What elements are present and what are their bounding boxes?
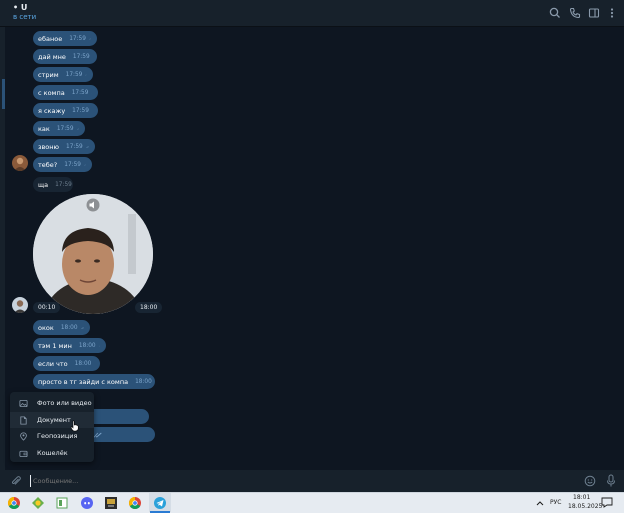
video-time: 18:00 (135, 302, 162, 313)
attach-location[interactable]: Геопозиция (10, 428, 94, 444)
notification-icon[interactable] (601, 497, 613, 508)
message-text: ебаное (38, 35, 62, 43)
message-text: тебе? (38, 161, 57, 169)
message-bubble[interactable]: дай мне 17:59 (33, 49, 97, 64)
chevron-up-icon[interactable] (536, 500, 544, 506)
hand-cursor-icon (70, 420, 79, 432)
read-check-icon (85, 72, 87, 78)
message-text: я скажу (38, 107, 65, 115)
message-time: 18:00 (79, 343, 96, 349)
read-check-icon (86, 144, 89, 150)
chat-list-edge (0, 27, 5, 470)
message-time: 18:00 (75, 361, 92, 367)
message-bubble[interactable]: звоню 17:59 (33, 139, 95, 154)
chat-header: • U в сети (0, 0, 624, 27)
message-text: как (38, 125, 50, 133)
message-time: 18:00 (135, 379, 152, 385)
photo-icon (19, 399, 28, 408)
paperclip-icon[interactable] (10, 475, 22, 487)
message-time: 17:59 (73, 54, 90, 60)
contact-status: в сети (13, 13, 36, 21)
read-check-icon (81, 325, 84, 331)
message-text: окок (38, 324, 54, 332)
message-list: ебаное17:59дай мне17:59стрим17:59с компа… (6, 27, 624, 470)
message-bubble[interactable]: окок 18:00 (33, 320, 90, 335)
more-vertical-icon[interactable] (605, 6, 619, 20)
message-time: 17:59 (72, 90, 89, 96)
attach-photo-video[interactable]: Фото или видео (10, 395, 94, 411)
emoji-icon[interactable] (584, 475, 596, 487)
message-time: 17:59 (69, 36, 86, 42)
location-icon (19, 432, 28, 441)
message-bubble[interactable]: как 17:59 (33, 121, 85, 136)
message-text: стрим (38, 71, 59, 79)
message-time: 17:59 (66, 72, 83, 78)
message-time: 17:59 (66, 144, 83, 150)
message-bubble[interactable]: тебе? 17:59 (33, 157, 92, 172)
yandex-icon[interactable] (31, 496, 45, 510)
message-bubble[interactable]: ебаное 17:59 (33, 31, 97, 46)
read-check-icon (89, 36, 91, 42)
message-composer (0, 470, 624, 492)
message-bubble[interactable]: с компа 17:59 (33, 85, 98, 100)
clock-date[interactable]: 18.05.2025 (568, 503, 602, 510)
message-text: ща (38, 181, 48, 189)
wallet-icon (19, 449, 28, 458)
os-taskbar: РУС 18:01 18.05.2025 (0, 492, 624, 513)
message-bubble[interactable]: стрим 17:59 (33, 67, 93, 82)
microphone-icon[interactable] (605, 474, 617, 488)
message-text: с компа (38, 89, 65, 97)
input-language[interactable]: РУС (550, 499, 561, 506)
attach-wallet[interactable]: Кошелёк (10, 445, 94, 461)
clock-time[interactable]: 18:01 (573, 494, 590, 501)
chrome-alt-icon[interactable] (128, 496, 142, 510)
attach-document[interactable]: Документ (10, 412, 94, 428)
mute-icon[interactable] (86, 198, 100, 212)
phone-icon[interactable] (568, 6, 582, 20)
video-duration: 00:10 (33, 302, 60, 313)
read-check-icon (91, 90, 92, 96)
message-bubble[interactable]: ща 17:59 (33, 177, 73, 192)
read-check-icon (84, 162, 86, 168)
message-text: дай мне (38, 53, 66, 61)
message-time: 17:59 (72, 108, 89, 114)
message-bubble[interactable]: тэм 1 мин 18:00 (33, 338, 106, 353)
sidebar-toggle-icon[interactable] (587, 6, 601, 20)
message-text: если что (38, 360, 68, 368)
chrome-icon[interactable] (7, 496, 21, 510)
message-bubble[interactable]: если что 18:00 (33, 356, 100, 371)
message-text: звоню (38, 143, 59, 151)
message-bubble[interactable]: просто в тг зайди с компа 18:00 (33, 374, 155, 389)
search-icon[interactable] (548, 6, 562, 20)
contact-avatar[interactable] (12, 155, 28, 171)
read-check-icon (99, 343, 100, 349)
discord-icon[interactable] (80, 496, 94, 510)
files-icon[interactable] (55, 496, 69, 510)
message-text: просто в тг зайди с компа (38, 378, 128, 386)
game-icon[interactable] (104, 496, 118, 510)
message-time: 17:59 (57, 126, 74, 132)
message-time: 17:59 (55, 182, 72, 188)
contact-avatar-video[interactable] (12, 297, 28, 313)
attach-menu: Фото или видео Документ Геопозиция Кошел… (10, 392, 94, 462)
message-time: 18:00 (61, 325, 78, 331)
message-text: тэм 1 мин (38, 342, 72, 350)
message-input[interactable] (30, 475, 533, 487)
message-bubble[interactable]: я скажу 17:59 (33, 103, 98, 118)
telegram-icon[interactable] (153, 496, 167, 510)
contact-name[interactable]: • U (13, 3, 27, 12)
read-check-icon (77, 126, 79, 132)
document-icon (19, 416, 28, 425)
video-message[interactable] (33, 194, 153, 314)
message-time: 17:59 (64, 162, 81, 168)
